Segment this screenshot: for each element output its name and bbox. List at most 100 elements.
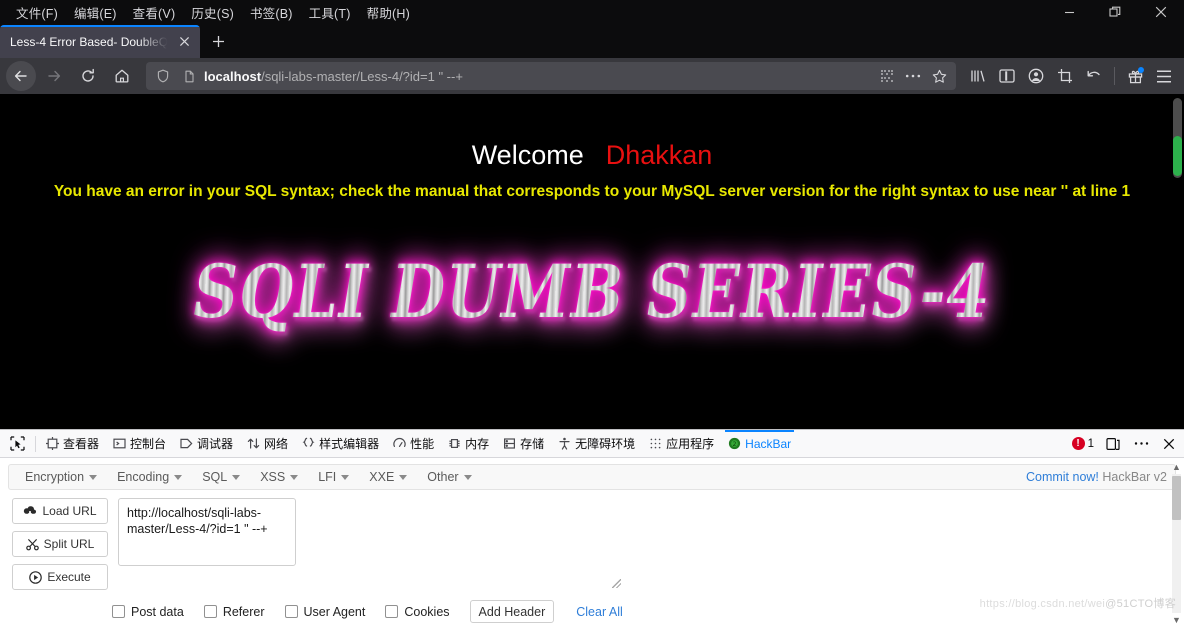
- minimize-button[interactable]: [1046, 0, 1092, 24]
- hackbar-menu-sql[interactable]: SQL: [192, 470, 250, 484]
- debugger-icon: [180, 437, 193, 450]
- split-url-label: Split URL: [43, 537, 95, 551]
- tab-title: Less-4 Error Based- DoubleQuot: [10, 34, 174, 49]
- devtools-tab-network[interactable]: 网络: [240, 430, 295, 457]
- new-tab-button[interactable]: [200, 25, 236, 58]
- devtools-tab-label: 网络: [264, 437, 289, 451]
- svg-text:2: 2: [733, 441, 737, 448]
- hackbar-menu-xxe[interactable]: XXE: [359, 470, 417, 484]
- browser-tab-active[interactable]: Less-4 Error Based- DoubleQuot: [0, 25, 200, 58]
- menu-icon[interactable]: [1150, 61, 1178, 91]
- page-scrollbar-thumb[interactable]: [1173, 136, 1182, 176]
- devtools-tab-application[interactable]: 应用程序: [642, 430, 721, 457]
- error-count-badge[interactable]: ! 1: [1071, 437, 1098, 450]
- clear-all-link[interactable]: Clear All: [576, 605, 623, 619]
- menu-tools[interactable]: 工具(T): [301, 1, 359, 24]
- forward-button[interactable]: [38, 61, 70, 91]
- banner-wrapper: SQLI DUMB SERIES-4: [0, 248, 1184, 334]
- checkbox-cookies[interactable]: Cookies: [385, 605, 450, 619]
- reload-button[interactable]: [72, 61, 104, 91]
- checkbox-user-agent[interactable]: User Agent: [284, 604, 366, 619]
- url-host: localhost: [204, 68, 262, 84]
- hackbar-version: HackBar v2: [1102, 470, 1167, 484]
- hackbar-menu-other[interactable]: Other: [417, 470, 481, 484]
- devtools-tab-inspector[interactable]: 查看器: [39, 430, 106, 457]
- checkbox-box[interactable]: [284, 605, 298, 618]
- url-textarea[interactable]: [118, 498, 296, 566]
- account-icon[interactable]: [1022, 61, 1050, 91]
- shield-icon[interactable]: [150, 63, 176, 89]
- storage-icon: [503, 437, 516, 450]
- menu-history[interactable]: 历史(S): [183, 1, 242, 24]
- undo-icon[interactable]: [1080, 61, 1108, 91]
- devtools-tab-label: HackBar: [745, 436, 792, 451]
- textarea-resize-handle[interactable]: [612, 579, 621, 588]
- scroll-up-arrow-icon[interactable]: ▲: [1170, 460, 1183, 474]
- split-url-button[interactable]: Split URL: [12, 531, 108, 557]
- page-scrollbar[interactable]: [1170, 94, 1184, 429]
- execute-button[interactable]: Execute: [12, 564, 108, 590]
- checkbox-box[interactable]: [203, 605, 217, 618]
- devtools-tab-accessibility[interactable]: 无障碍环境: [551, 430, 642, 457]
- devtools-toolbar: 查看器 控制台 调试器 网络 样式编辑器 性能 内存 存储 无障碍环境 应用程序…: [0, 430, 1184, 458]
- back-button[interactable]: [6, 61, 36, 91]
- library-icon[interactable]: [964, 61, 992, 91]
- element-picker-icon[interactable]: [2, 430, 32, 457]
- hackbar-menu-lfi[interactable]: LFI: [308, 470, 359, 484]
- chevron-down-icon: [174, 474, 183, 480]
- qr-code-icon[interactable]: [874, 63, 900, 89]
- checkbox-box[interactable]: [385, 605, 399, 618]
- tab-close-icon[interactable]: [174, 32, 194, 52]
- devtools-tab-hackbar[interactable]: 2 HackBar: [721, 430, 798, 457]
- hackbar-menu-encoding[interactable]: Encoding: [107, 470, 192, 484]
- restore-button[interactable]: [1092, 0, 1138, 24]
- devtools-tab-debugger[interactable]: 调试器: [173, 430, 240, 457]
- devtools-tab-storage[interactable]: 存储: [496, 430, 551, 457]
- url-text[interactable]: localhost/sqli-labs-master/Less-4/?id=1 …: [202, 69, 874, 84]
- hackbar-menu-encryption[interactable]: Encryption: [15, 470, 107, 484]
- home-button[interactable]: [106, 61, 138, 91]
- menu-view[interactable]: 查看(V): [125, 1, 184, 24]
- dock-button[interactable]: [1100, 430, 1126, 457]
- bookmark-star-icon[interactable]: [926, 63, 952, 89]
- gift-icon[interactable]: [1121, 61, 1149, 91]
- welcome-user: Dhakkan: [605, 140, 713, 170]
- checkbox-post-data[interactable]: Post data: [112, 605, 184, 619]
- devtools-tab-console[interactable]: 控制台: [106, 430, 173, 457]
- devtools-tab-style-editor[interactable]: 样式编辑器: [295, 430, 386, 457]
- hackbar-menu-label: XXE: [369, 470, 395, 484]
- menu-bookmarks[interactable]: 书签(B): [242, 1, 301, 24]
- page-icon[interactable]: [176, 63, 202, 89]
- add-header-button[interactable]: Add Header: [469, 600, 555, 623]
- devtools-tab-memory[interactable]: 内存: [441, 430, 496, 457]
- checkbox-box[interactable]: [112, 605, 125, 618]
- devtools-tab-performance[interactable]: 性能: [386, 430, 441, 457]
- page-actions-icon[interactable]: [900, 63, 926, 89]
- url-bar[interactable]: localhost/sqli-labs-master/Less-4/?id=1 …: [146, 62, 956, 90]
- commit-now-link[interactable]: Commit now!: [1026, 470, 1099, 484]
- checkbox-label: User Agent: [303, 604, 366, 619]
- sidebar-icon[interactable]: [993, 61, 1021, 91]
- hackbar-menubar: Encryption Encoding SQL XSS LFI XXE Othe…: [8, 464, 1176, 490]
- hackbar-scrollbar[interactable]: ▲ ▼: [1170, 460, 1183, 627]
- more-options-button[interactable]: [1128, 430, 1154, 457]
- chevron-down-icon: [463, 474, 472, 480]
- scissors-icon: [25, 538, 39, 551]
- hackbar-menu-xss[interactable]: XSS: [250, 470, 308, 484]
- close-button[interactable]: [1138, 0, 1184, 24]
- chevron-down-icon: [399, 474, 408, 480]
- hackbar-menu-label: Encryption: [25, 470, 85, 484]
- devtools-tab-label: 存储: [520, 437, 545, 451]
- menu-help[interactable]: 帮助(H): [359, 1, 418, 24]
- close-devtools-button[interactable]: [1156, 430, 1182, 457]
- console-icon: [113, 437, 126, 450]
- hackbar-options-row: Post data Referer User Agent Cookies Add…: [0, 590, 1184, 623]
- checkbox-referer[interactable]: Referer: [203, 605, 265, 619]
- devtools-tab-label: 无障碍环境: [575, 437, 636, 451]
- load-url-button[interactable]: Load URL: [12, 498, 108, 524]
- menu-file[interactable]: 文件(F): [8, 1, 66, 24]
- menu-edit[interactable]: 编辑(E): [66, 1, 125, 24]
- screenshot-icon[interactable]: [1051, 61, 1079, 91]
- hackbar-scrollbar-thumb[interactable]: [1172, 476, 1181, 520]
- scroll-down-arrow-icon[interactable]: ▼: [1170, 613, 1183, 627]
